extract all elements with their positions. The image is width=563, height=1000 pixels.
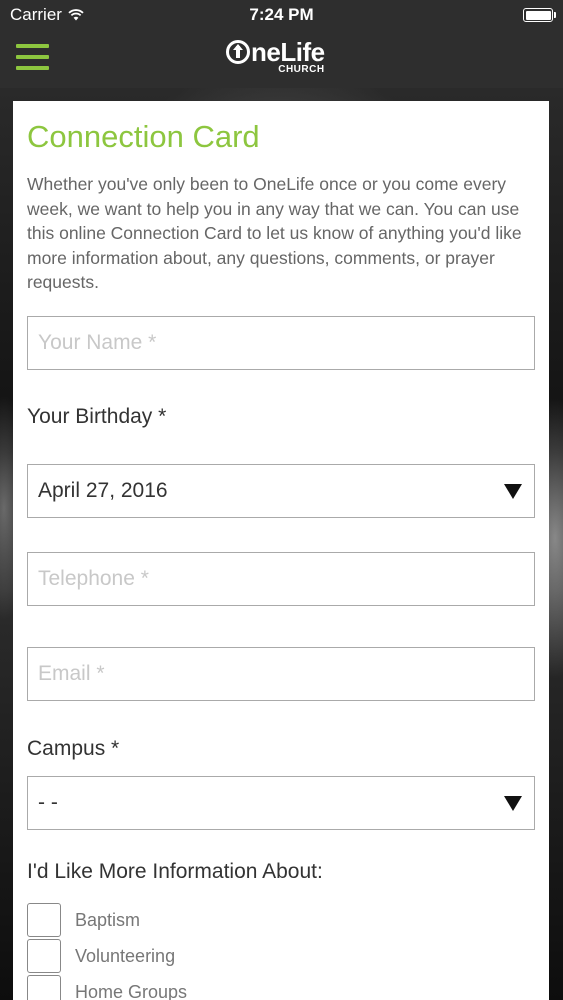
intro-text: Whether you've only been to OneLife once… <box>27 174 522 292</box>
menu-icon[interactable] <box>16 44 49 70</box>
connection-card: Connection Card Whether you've only been… <box>13 101 549 1000</box>
home-groups-checkbox[interactable] <box>27 975 61 1000</box>
caret-down-icon <box>504 483 522 499</box>
birthday-value: April 27, 2016 <box>38 479 168 502</box>
page-title: Connection Card <box>27 119 260 154</box>
nav-bar: neLife CHURCH <box>0 30 563 88</box>
info-label: I'd Like More Information About: <box>27 860 323 883</box>
status-bar: Carrier 7:24 PM <box>0 0 563 30</box>
option-label: Volunteering <box>75 945 176 966</box>
menu-line <box>16 55 49 59</box>
volunteering-checkbox[interactable] <box>27 939 61 973</box>
wifi-icon <box>68 9 84 21</box>
campus-select[interactable]: - - <box>27 776 535 830</box>
battery-icon <box>523 8 556 22</box>
logo-subtext: CHURCH <box>278 64 325 75</box>
option-row[interactable]: Baptism <box>27 903 140 937</box>
option-label: Baptism <box>75 909 141 930</box>
option-row[interactable]: Volunteering <box>27 939 175 973</box>
battery-fill <box>525 10 551 20</box>
menu-line <box>16 44 49 48</box>
option-label: Home Groups <box>75 981 188 1000</box>
name-input[interactable] <box>27 316 535 370</box>
logo-arrow-icon <box>226 40 250 64</box>
carrier-label: Carrier <box>10 5 62 24</box>
email-input[interactable] <box>27 647 535 701</box>
birthday-select[interactable]: April 27, 2016 <box>27 464 535 518</box>
caret-down-icon <box>504 795 522 811</box>
campus-label: Campus * <box>27 737 120 760</box>
status-time: 7:24 PM <box>249 5 314 24</box>
logo-wordmark: neLife <box>226 38 325 66</box>
baptism-checkbox[interactable] <box>27 903 61 937</box>
birthday-label: Your Birthday * <box>27 405 167 428</box>
option-row[interactable]: Home Groups <box>27 975 187 1000</box>
menu-line <box>16 66 49 70</box>
onelife-logo: neLife CHURCH <box>226 38 325 75</box>
logo-text: neLife <box>251 37 325 67</box>
telephone-input[interactable] <box>27 552 535 606</box>
campus-value: - - <box>38 791 58 814</box>
status-left: Carrier <box>10 5 84 25</box>
